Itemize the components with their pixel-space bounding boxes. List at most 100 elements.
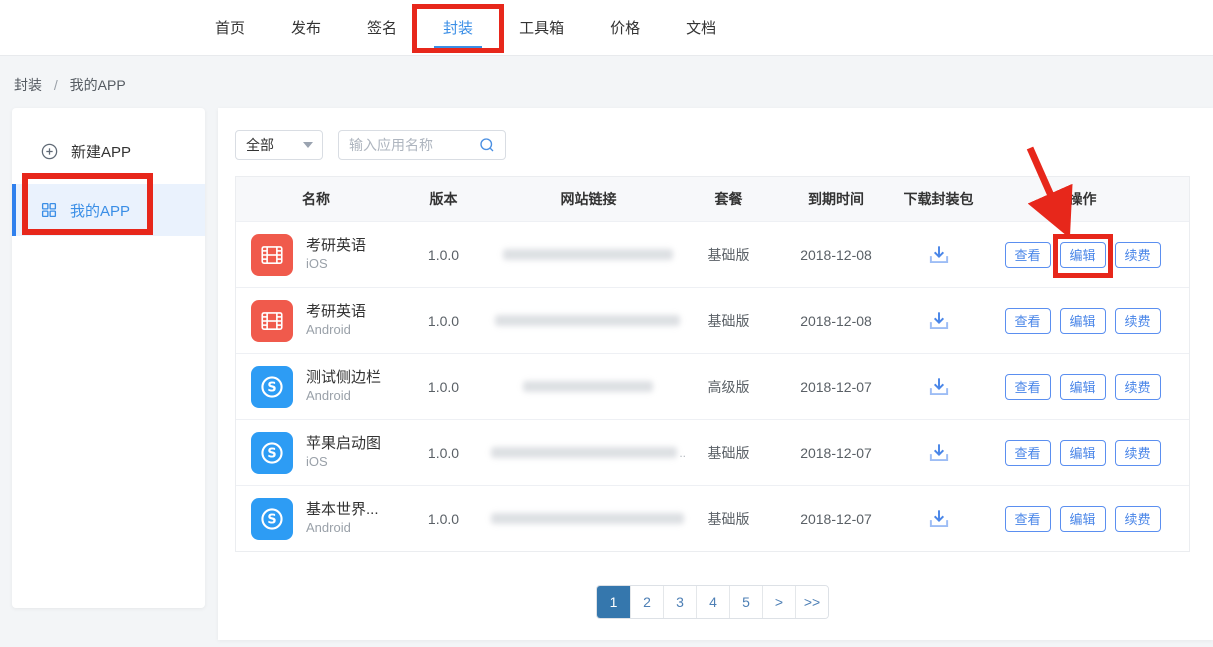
sidebar-item-my-app-label: 我的APP	[70, 200, 130, 221]
col-header-name: 名称	[236, 189, 396, 209]
col-header-expiry: 到期时间	[771, 189, 901, 209]
col-header-download: 下载封装包	[901, 189, 976, 209]
app-name: 基本世界...	[306, 500, 379, 520]
app-platform: iOS	[306, 256, 366, 273]
breadcrumb-separator: /	[54, 77, 58, 93]
search-box	[338, 130, 506, 160]
row-actions: 查看编辑续费	[1005, 374, 1161, 400]
app-plan: 基础版	[686, 245, 771, 265]
download-icon[interactable]	[926, 374, 952, 400]
edit-button[interactable]: 编辑	[1060, 506, 1106, 532]
table-row: S苹果启动图iOS1.0.0..基础版2018-12-07查看编辑续费	[236, 419, 1189, 485]
app-name-cell: S 基本世界...Android	[236, 498, 396, 540]
table-row: S基本世界...Android1.0.0基础版2018-12-07查看编辑续费	[236, 485, 1189, 551]
edit-button[interactable]: 编辑	[1060, 440, 1106, 466]
breadcrumb-parent[interactable]: 封装	[14, 77, 42, 93]
renew-button[interactable]: 续费	[1115, 242, 1161, 268]
app-version: 1.0.0	[396, 313, 491, 329]
renew-button[interactable]: 续费	[1115, 308, 1161, 334]
app-link-cell	[491, 513, 686, 524]
sidebar-item-new-app[interactable]: 新建APP	[12, 128, 205, 174]
app-expiry-date: 2018-12-07	[771, 445, 901, 461]
app-platform: Android	[306, 322, 366, 339]
app-expiry-date: 2018-12-07	[771, 379, 901, 395]
app-plan: 基础版	[686, 509, 771, 529]
app-name: 考研英语	[306, 236, 366, 256]
row-actions: 查看编辑续费	[1005, 308, 1161, 334]
svg-text:S: S	[267, 512, 276, 527]
col-header-link: 网站链接	[491, 189, 686, 209]
app-version: 1.0.0	[396, 445, 491, 461]
renew-button[interactable]: 续费	[1115, 506, 1161, 532]
app-table: 名称 版本 网站链接 套餐 到期时间 下载封装包 操作 考研英语iOS1.0.0…	[235, 176, 1190, 552]
download-icon[interactable]	[926, 440, 952, 466]
category-select-value: 全部	[246, 135, 274, 155]
blurred-link	[523, 381, 653, 392]
s-logo-icon: S	[251, 498, 293, 540]
app-platform: Android	[306, 388, 381, 405]
page-button-4[interactable]: 4	[696, 586, 729, 618]
page-button-1[interactable]: 1	[597, 586, 630, 618]
page-button-2[interactable]: 2	[630, 586, 663, 618]
active-tab-underline	[434, 46, 482, 49]
blurred-link	[495, 315, 680, 326]
edit-button[interactable]: 编辑	[1060, 374, 1106, 400]
main-nav: 首页 发布 签名 封装 工具箱 价格 文档	[215, 0, 1213, 55]
link-suffix: ..	[679, 446, 686, 460]
svg-text:S: S	[267, 380, 276, 395]
nav-item-publish[interactable]: 发布	[291, 17, 321, 38]
app-expiry-date: 2018-12-08	[771, 247, 901, 263]
app-platform: iOS	[306, 454, 381, 471]
app-expiry-date: 2018-12-07	[771, 511, 901, 527]
filter-bar: 全部	[235, 130, 1213, 160]
nav-item-package[interactable]: 封装	[443, 17, 473, 38]
blurred-link	[491, 447, 677, 458]
app-platform: Android	[306, 520, 379, 537]
app-plan: 基础版	[686, 311, 771, 331]
renew-button[interactable]: 续费	[1115, 374, 1161, 400]
renew-button[interactable]: 续费	[1115, 440, 1161, 466]
view-button[interactable]: 查看	[1005, 374, 1051, 400]
table-body: 考研英语iOS1.0.0基础版2018-12-08查看编辑续费考研英语Andro…	[236, 221, 1189, 551]
nav-item-home[interactable]: 首页	[215, 17, 245, 38]
app-name: 考研英语	[306, 302, 366, 322]
app-link-cell: ..	[491, 446, 686, 460]
page-button-last[interactable]: >>	[795, 586, 828, 618]
view-button[interactable]: 查看	[1005, 440, 1051, 466]
app-name-cell: 考研英语Android	[236, 300, 396, 342]
sidebar-item-my-app[interactable]: 我的APP	[12, 184, 205, 236]
page-button-next[interactable]: >	[762, 586, 795, 618]
edit-button[interactable]: 编辑	[1060, 242, 1106, 268]
nav-item-docs[interactable]: 文档	[686, 17, 716, 38]
download-icon[interactable]	[926, 242, 952, 268]
plus-circle-icon	[40, 142, 59, 161]
svg-text:S: S	[267, 446, 276, 461]
edit-button[interactable]: 编辑	[1060, 308, 1106, 334]
table-header: 名称 版本 网站链接 套餐 到期时间 下载封装包 操作	[236, 177, 1189, 221]
download-icon[interactable]	[926, 506, 952, 532]
view-button[interactable]: 查看	[1005, 242, 1051, 268]
table-row: S测试侧边栏Android1.0.0高级版2018-12-07查看编辑续费	[236, 353, 1189, 419]
app-name-cell: S测试侧边栏Android	[236, 366, 396, 408]
search-icon	[478, 136, 496, 154]
sidebar: 新建APP 我的APP	[12, 108, 205, 608]
grid-icon	[40, 201, 58, 219]
chevron-down-icon	[303, 142, 313, 148]
nav-item-toolbox[interactable]: 工具箱	[519, 17, 564, 38]
download-icon[interactable]	[926, 308, 952, 334]
search-input[interactable]	[349, 137, 478, 153]
view-button[interactable]: 查看	[1005, 506, 1051, 532]
page-button-3[interactable]: 3	[663, 586, 696, 618]
top-nav-bar: 首页 发布 签名 封装 工具箱 价格 文档	[0, 0, 1213, 56]
page: 首页 发布 签名 封装 工具箱 价格 文档 封装 / 我的APP 新建APP	[0, 0, 1213, 647]
blurred-link	[503, 249, 673, 260]
nav-item-price[interactable]: 价格	[610, 17, 640, 38]
view-button[interactable]: 查看	[1005, 308, 1051, 334]
category-select[interactable]: 全部	[235, 130, 323, 160]
film-icon	[251, 234, 293, 276]
page-button-5[interactable]: 5	[729, 586, 762, 618]
app-version: 1.0.0	[396, 247, 491, 263]
nav-item-signature[interactable]: 签名	[367, 17, 397, 38]
app-name: 苹果启动图	[306, 434, 381, 454]
app-name-cell: S 苹果启动图iOS	[236, 432, 396, 474]
